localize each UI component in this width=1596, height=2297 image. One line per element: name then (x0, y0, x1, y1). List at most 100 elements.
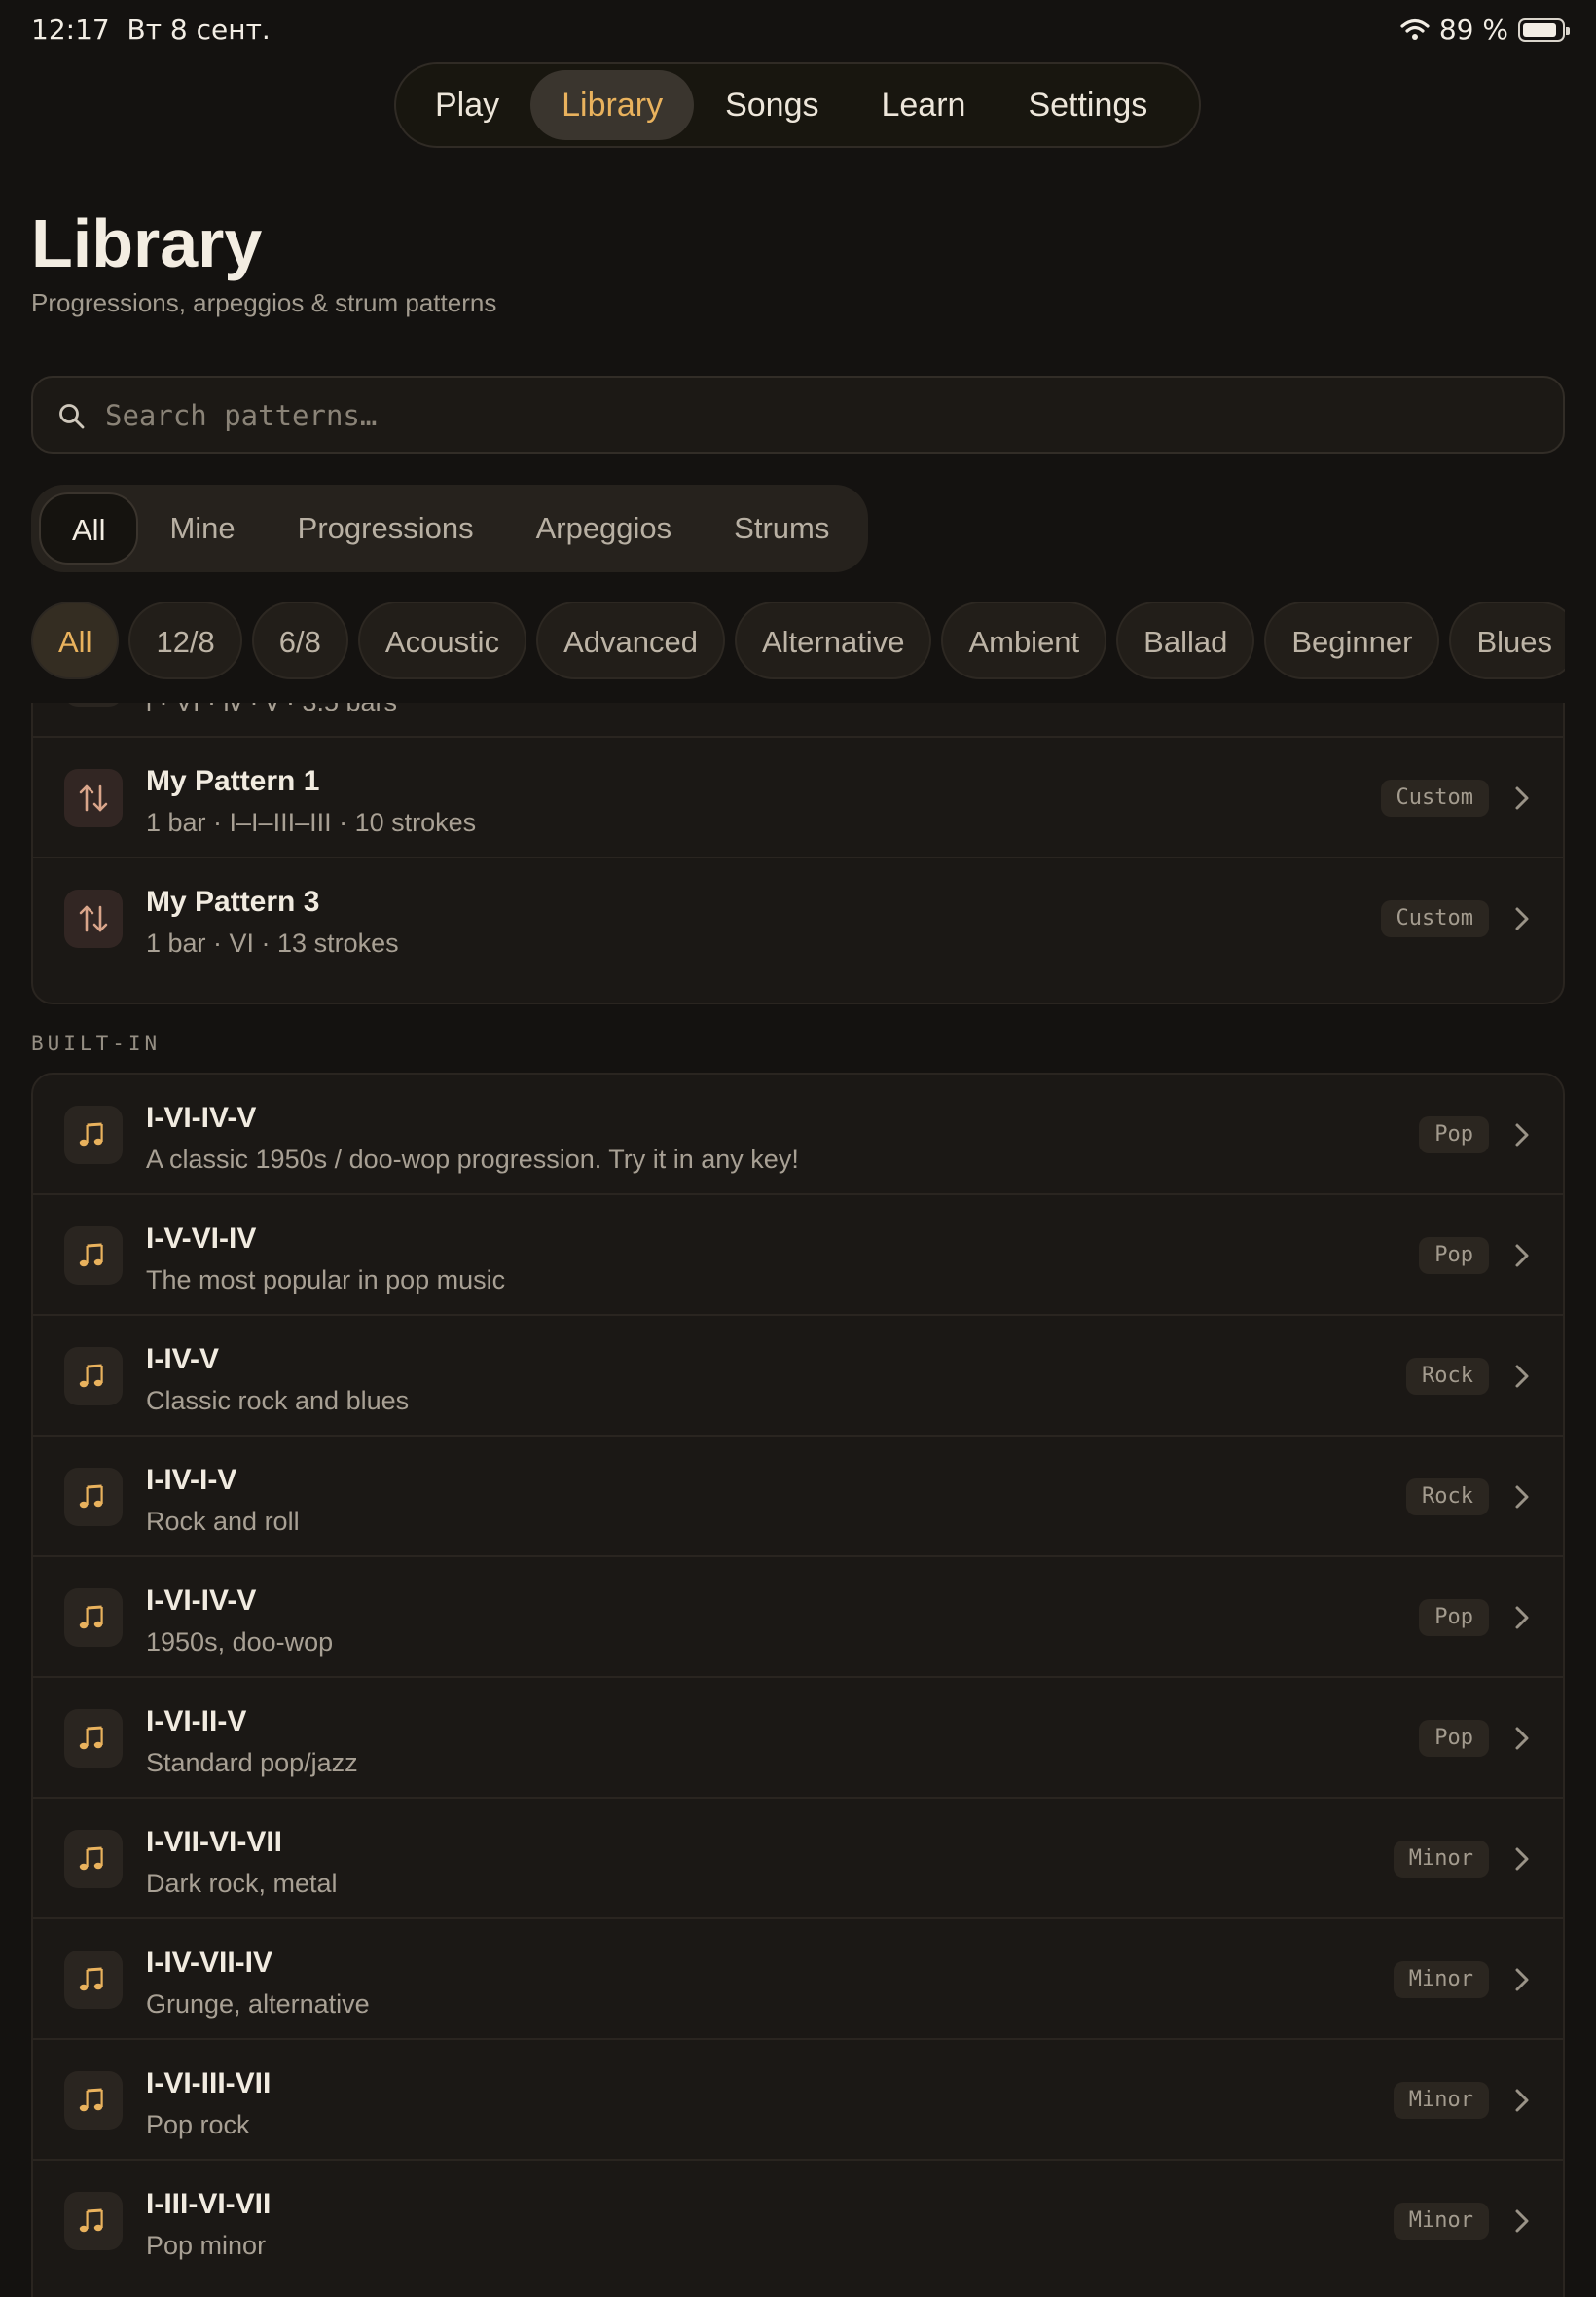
progression-icon-box (64, 703, 123, 707)
pattern-row[interactable]: i · VI · iv · v · 3.5 barsCustom (33, 703, 1563, 738)
pattern-row[interactable]: My Pattern 3 1 bar · VI · 13 strokes Custo… (33, 858, 1563, 979)
chip-beginner[interactable]: Beginner (1264, 602, 1440, 679)
chevron-right-icon (1515, 1485, 1529, 1509)
arrows-up-down-icon (79, 784, 108, 812)
pattern-subtitle: 1 bar · VI · 13 strokes (146, 929, 399, 958)
status-bar: 12:17 Вт 8 сент. 89 % (0, 0, 1596, 58)
pattern-title: I-IV-VII-IV (146, 1947, 273, 1979)
chip-6-8[interactable]: 6/8 (251, 602, 348, 679)
tab-settings[interactable]: Settings (997, 70, 1179, 140)
chevron-right-icon (1515, 2089, 1529, 2112)
pattern-title: I-IV-I-V (146, 1464, 237, 1496)
category-badge: Pop (1419, 1599, 1489, 1636)
wifi-icon (1400, 18, 1430, 40)
music-notes-icon (79, 1967, 103, 1991)
chevron-right-icon (1515, 786, 1529, 810)
progression-icon-box (64, 1588, 123, 1647)
pattern-row[interactable]: My Pattern 1 1 bar · I–I–III–III · 10 str… (33, 738, 1563, 858)
pattern-subtitle: Grunge, alternative (146, 1989, 370, 2019)
chip-all[interactable]: All (31, 602, 120, 679)
clock: 12:17 (31, 14, 110, 46)
search-icon (59, 404, 85, 429)
music-notes-icon (64, 703, 123, 707)
chip-acoustic[interactable]: Acoustic (357, 602, 527, 679)
chip-ambient[interactable]: Ambient (941, 602, 1107, 679)
tag-filter-scroller[interactable]: All 12/8 6/8 Acoustic Advanced Alternative Amb… (31, 602, 1565, 683)
pattern-row[interactable]: I-VI-II-V Standard pop/jazz Pop (33, 1678, 1563, 1799)
pattern-row[interactable]: I-IV-VII-IV Grunge, alternative Minor (33, 1919, 1563, 2040)
top-navigation: Play Library Songs Learn Settings (394, 62, 1201, 148)
pattern-subtitle: i · VI · iv · v · 3.5 bars (146, 703, 397, 717)
chip-alternative[interactable]: Alternative (734, 602, 932, 679)
pattern-row[interactable]: I-V-VI-IV The most popular in pop music Po… (33, 1195, 1563, 1316)
chip-12-8[interactable]: 12/8 (128, 602, 242, 679)
chip-blues[interactable]: Blues (1449, 602, 1565, 679)
pattern-title: I-VI-IV-V (146, 1102, 257, 1134)
pattern-list[interactable]: i · VI · iv · v · 3.5 barsCustomMy Patte… (0, 703, 1596, 2297)
category-badge: Custom (1380, 780, 1489, 817)
pattern-row[interactable]: I-VI-IV-V A classic 1950s / doo-wop progr… (33, 1075, 1563, 1195)
page-subtitle: Progressions, arpeggios & strum patterns (31, 288, 497, 317)
category-badge: Minor (1393, 2203, 1489, 2240)
category-badge: Pop (1419, 1116, 1489, 1153)
progression-icon-box (64, 1347, 123, 1405)
pattern-title: I-VI-IV-V (146, 1585, 257, 1617)
music-notes-icon (79, 2208, 103, 2233)
category-badge: Pop (1419, 1720, 1489, 1757)
strum-pattern-icon-box (64, 890, 123, 948)
tab-songs[interactable]: Songs (694, 70, 850, 140)
pattern-title: I-IV-V (146, 1343, 220, 1375)
pattern-title: I-VII-VI-VII (146, 1826, 283, 1858)
pattern-row[interactable]: I-IV-I-V Rock and roll Rock (33, 1437, 1563, 1557)
tab-play[interactable]: Play (404, 70, 530, 140)
progression-icon-box (64, 1468, 123, 1526)
pattern-subtitle: The most popular in pop music (146, 1265, 506, 1294)
music-notes-icon (79, 1122, 103, 1147)
pattern-subtitle: Rock and roll (146, 1507, 300, 1536)
pattern-subtitle: A classic 1950s / doo-wop progression. T… (146, 1145, 799, 1174)
tab-library[interactable]: Library (530, 70, 695, 140)
chevron-right-icon (1515, 1847, 1529, 1871)
category-badge: Minor (1393, 1841, 1489, 1878)
progression-icon-box (64, 2192, 123, 2250)
search-bar (31, 376, 1565, 454)
pattern-title: I-III-VI-VII (146, 2188, 272, 2220)
pattern-title: My Pattern 1 (146, 765, 320, 797)
chip-advanced[interactable]: Advanced (536, 602, 725, 679)
music-notes-icon (79, 1364, 103, 1388)
pattern-row[interactable]: I-IV-V Classic rock and blues Rock (33, 1316, 1563, 1437)
pattern-subtitle: 1950s, doo-wop (146, 1627, 334, 1657)
my-patterns-card: i · VI · iv · v · 3.5 barsCustomMy Patte… (31, 703, 1565, 1004)
progression-icon-box (64, 1830, 123, 1888)
chevron-right-icon (1515, 1968, 1529, 1991)
category-badge: Minor (1393, 1961, 1489, 1998)
segment-mine[interactable]: Mine (138, 492, 266, 565)
category-badge: Rock (1406, 1358, 1489, 1395)
pattern-row[interactable]: I-III-VI-VII Pop minor Minor (33, 2161, 1563, 2281)
category-badge: Pop (1419, 1237, 1489, 1274)
pattern-row[interactable]: I-VI-IV-V 1950s, doo-wop Pop (33, 1557, 1563, 1678)
type-filter: All Mine Progressions Arpeggios Strums (31, 485, 869, 572)
battery-icon (1518, 18, 1570, 42)
music-notes-icon (79, 1846, 103, 1871)
chip-ballad[interactable]: Ballad (1116, 602, 1255, 679)
pattern-row[interactable]: I-VI-III-VII Pop rock Minor (33, 2040, 1563, 2161)
segment-arpeggios[interactable]: Arpeggios (505, 492, 704, 565)
section-label-built-in: BUILT-IN (31, 1032, 162, 1055)
pattern-subtitle: Classic rock and blues (146, 1386, 410, 1415)
segment-strums[interactable]: Strums (703, 492, 860, 565)
tab-learn[interactable]: Learn (850, 70, 997, 140)
progression-icon-box (64, 1226, 123, 1285)
category-badge: Rock (1406, 1478, 1489, 1515)
pattern-title: I-V-VI-IV (146, 1222, 257, 1255)
progression-icon-box (64, 2071, 123, 2130)
pattern-title: I-VI-III-VII (146, 2067, 272, 2099)
segment-progressions[interactable]: Progressions (267, 492, 505, 565)
music-notes-icon (79, 1605, 103, 1629)
built-in-card: I-VI-IV-V A classic 1950s / doo-wop progr… (31, 1073, 1565, 2297)
category-badge: Minor (1393, 2082, 1489, 2119)
search-input[interactable] (103, 378, 1518, 454)
pattern-row[interactable]: I-VII-VI-VII Dark rock, metal Minor (33, 1799, 1563, 1919)
segment-all[interactable]: All (39, 492, 139, 565)
music-notes-icon (79, 1484, 103, 1509)
